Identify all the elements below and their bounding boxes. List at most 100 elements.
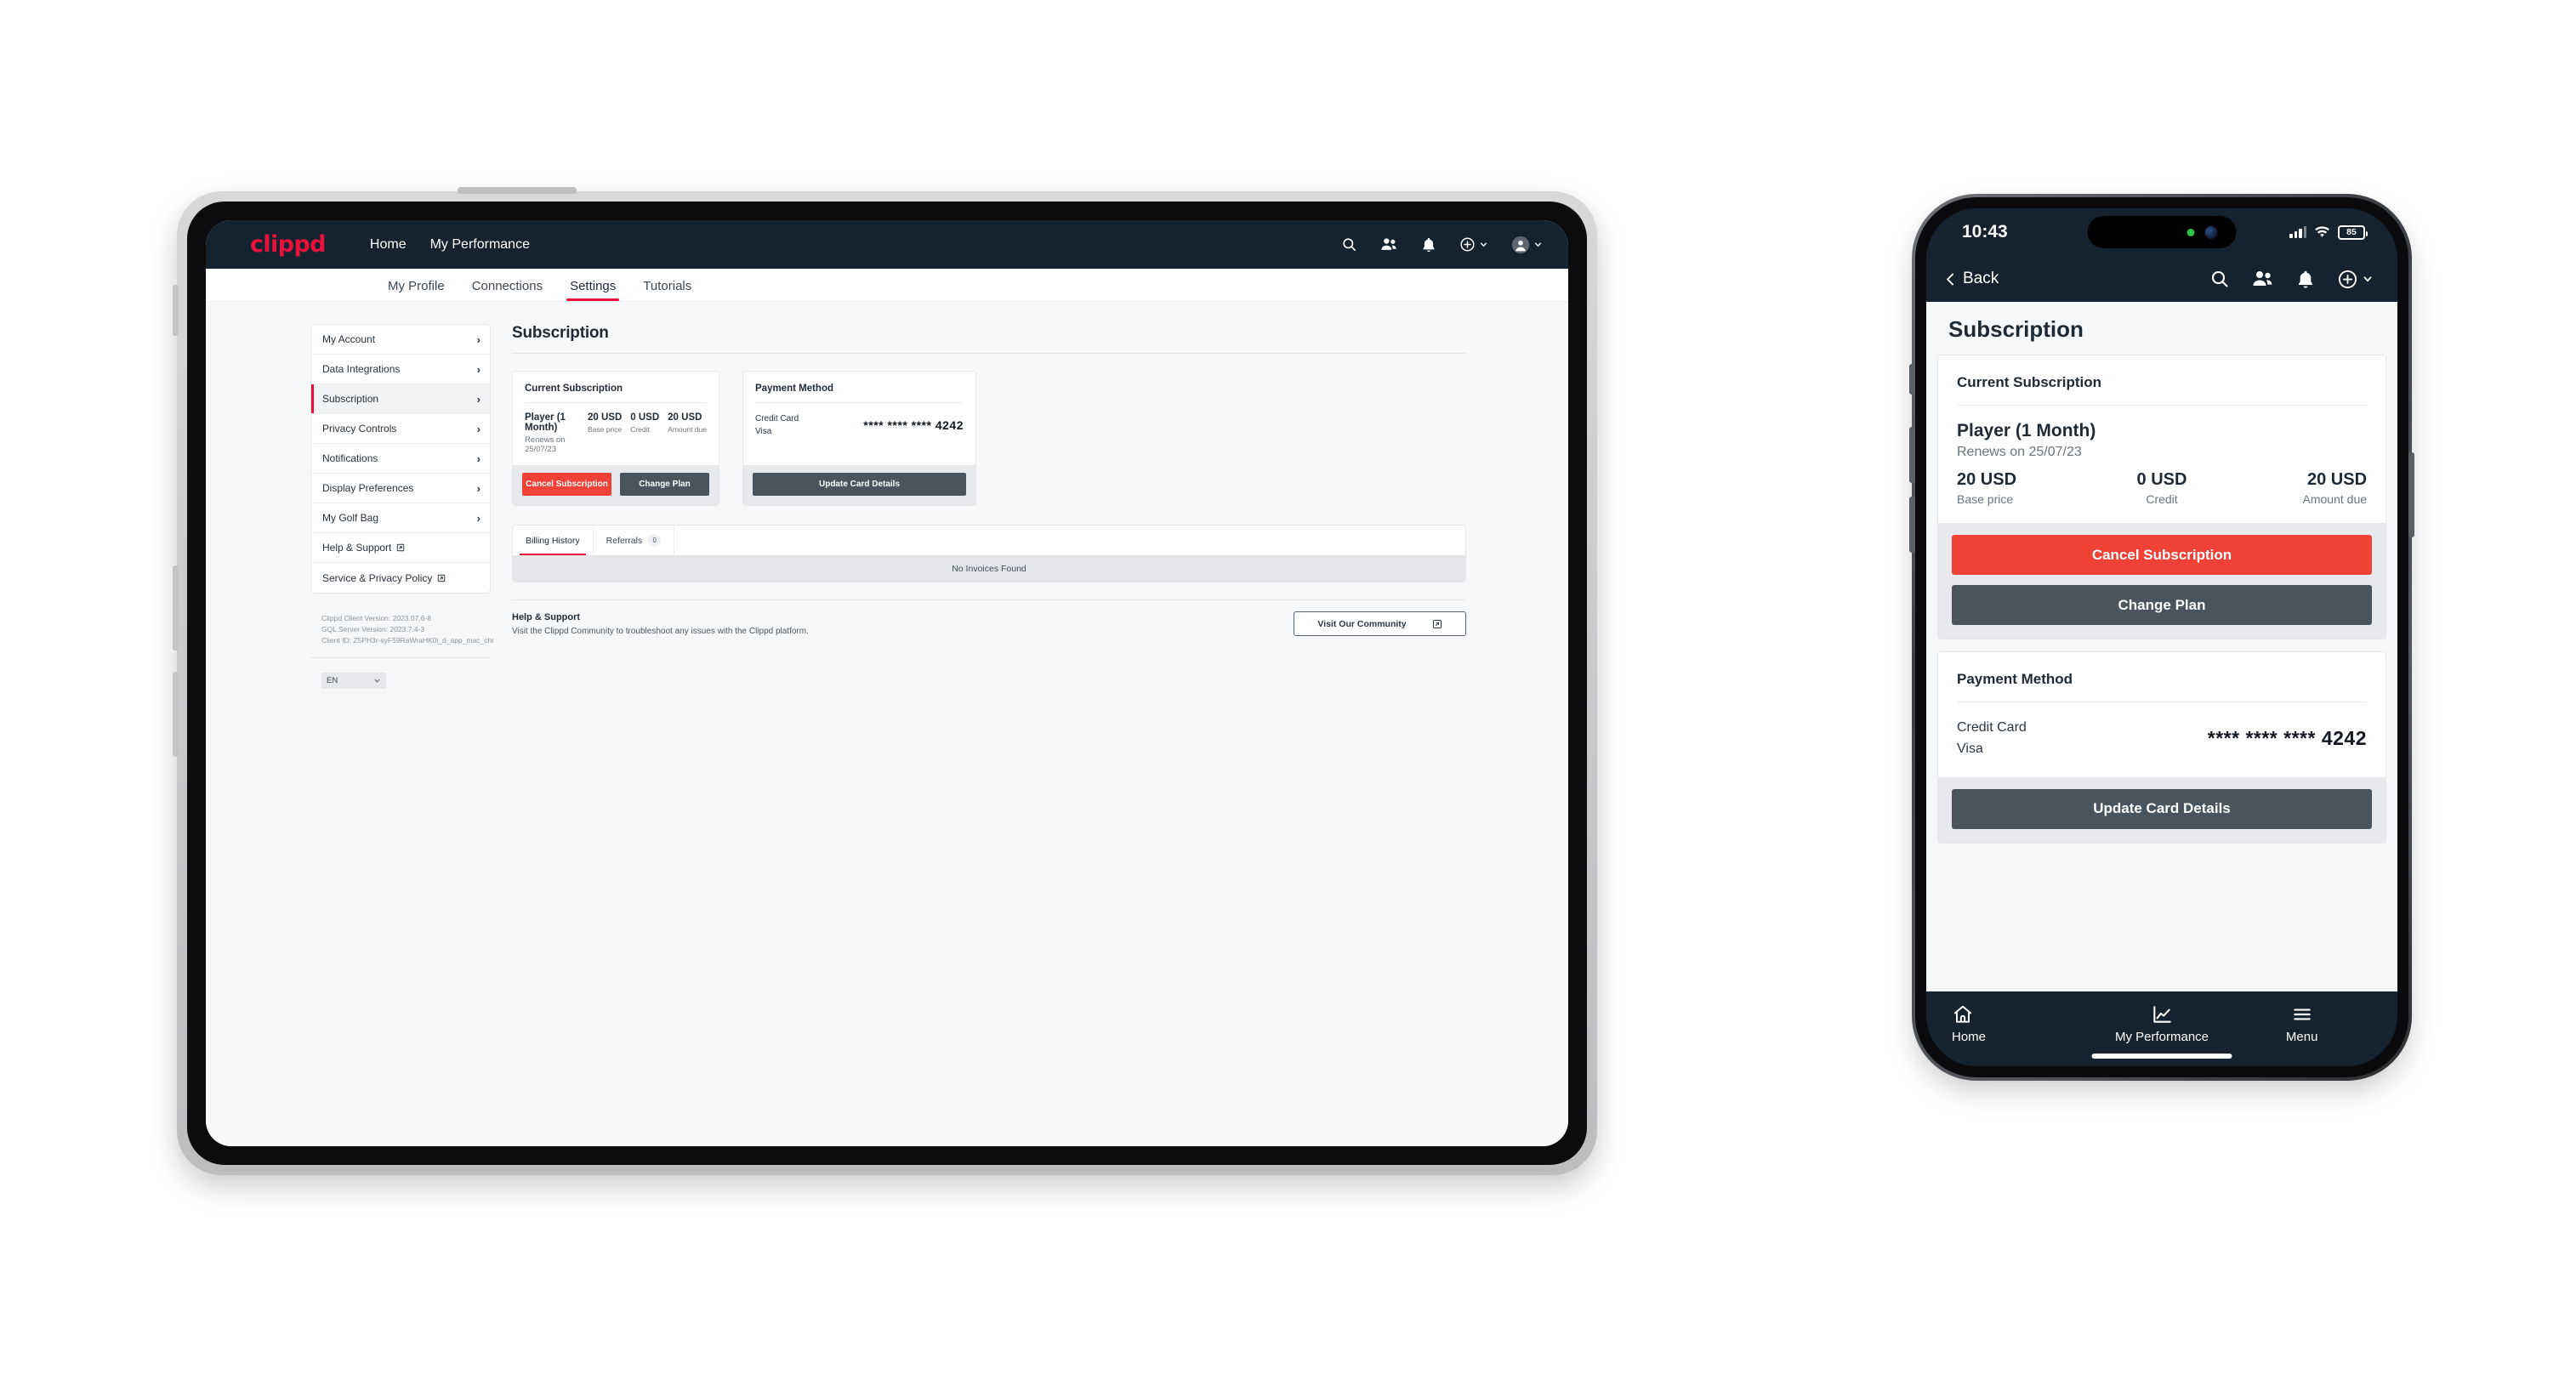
tab-connections[interactable]: Connections <box>458 279 556 301</box>
phone-power-button <box>2408 452 2414 537</box>
change-plan-button[interactable]: Change Plan <box>620 473 709 496</box>
update-card-details-button[interactable]: Update Card Details <box>1952 788 2372 829</box>
amount-value: 0 USD <box>2136 470 2187 489</box>
back-button[interactable]: Back <box>1945 270 1999 288</box>
chevron-right-icon: › <box>476 332 481 346</box>
language-select[interactable]: EN <box>321 672 386 689</box>
amount-value: 0 USD <box>630 412 660 423</box>
amount-credit: 0 USD Credit <box>2094 470 2231 506</box>
sidebar-item-my-golf-bag[interactable]: My Golf Bag › <box>311 503 490 533</box>
amount-value: 20 USD <box>668 412 702 423</box>
tab-label: My Performance <box>2114 1030 2209 1044</box>
top-navbar: clippd Home My Performance <box>206 220 1568 269</box>
chart-line-icon <box>2153 1006 2171 1023</box>
settings-body: My Account › Data Integrations › Subscri… <box>206 302 1568 1146</box>
client-id: Client ID: Z5PH3r-syF59RaWraHK0i_d_app_m… <box>321 636 494 645</box>
plan-renewal-date: Renews on 25/07/23 <box>525 435 566 454</box>
tab-my-profile[interactable]: My Profile <box>374 279 458 301</box>
plan-name: Player (1 Month) <box>525 412 566 433</box>
bell-icon[interactable] <box>2296 269 2315 290</box>
plan-name: Player (1 Month) <box>1957 421 2096 440</box>
screenshot-stage: clippd Home My Performance My Profile Co… <box>0 0 2576 1386</box>
hamburger-icon <box>2293 1008 2311 1020</box>
amount-label: Base price <box>1957 492 2014 506</box>
sidebar-item-display-preferences[interactable]: Display Preferences › <box>311 474 490 503</box>
chevron-right-icon: › <box>476 511 481 525</box>
phone-status-bar: 10:43 85 <box>1926 208 2397 256</box>
avatar-icon[interactable] <box>1511 236 1543 254</box>
sidebar-item-label: My Account <box>322 333 376 345</box>
chevron-down-icon <box>374 679 380 683</box>
top-nav-links: Home My Performance <box>370 237 530 253</box>
people-icon[interactable] <box>1380 236 1398 253</box>
sidebar-item-my-account[interactable]: My Account › <box>311 325 490 355</box>
sidebar-item-help-support[interactable]: Help & Support <box>311 533 490 563</box>
language-value: EN <box>327 675 338 685</box>
referrals-count-badge: 0 <box>648 534 662 547</box>
plus-circle-icon[interactable] <box>1459 236 1488 253</box>
card-number: **** **** **** 4242 <box>2207 727 2367 750</box>
current-subscription-card: Current Subscription Player (1 Month) Re… <box>1937 355 2386 639</box>
sidebar-item-notifications[interactable]: Notifications › <box>311 444 490 474</box>
sidebar-item-data-integrations[interactable]: Data Integrations › <box>311 355 490 384</box>
page-title: Subscription <box>512 324 609 342</box>
payment-method-header: Payment Method <box>755 383 834 394</box>
amount-due: 20 USD Amount due <box>668 412 707 434</box>
amount-label: Amount due <box>2302 492 2368 506</box>
sidebar-item-privacy-controls[interactable]: Privacy Controls › <box>311 414 490 444</box>
subscription-cards-row: Current Subscription Player (1 Month) Re… <box>512 371 1466 506</box>
tab-my-performance[interactable]: My Performance <box>2092 1003 2232 1044</box>
sidebar-item-label: Data Integrations <box>322 363 401 375</box>
payment-method-card: Payment Method Credit Card Visa **** ***… <box>1937 651 2386 844</box>
tab-billing-history[interactable]: Billing History <box>513 525 594 555</box>
sidebar-item-label: My Golf Bag <box>322 512 379 524</box>
history-tabs: Billing History Referrals 0 <box>513 525 1465 555</box>
bell-icon[interactable] <box>1421 236 1436 253</box>
clippd-logo[interactable]: clippd <box>250 231 327 258</box>
search-icon[interactable] <box>1341 236 1357 253</box>
tab-home[interactable]: Home <box>1952 1003 2092 1044</box>
visit-our-community-button[interactable]: Visit Our Community <box>1294 611 1466 636</box>
nav-link-my-performance[interactable]: My Performance <box>430 237 530 253</box>
tab-tutorials[interactable]: Tutorials <box>629 279 705 301</box>
amount-value: 20 USD <box>2306 470 2368 489</box>
tab-referrals[interactable]: Referrals 0 <box>594 525 675 555</box>
change-plan-button[interactable]: Change Plan <box>1952 585 2372 625</box>
tab-settings[interactable]: Settings <box>556 279 629 301</box>
amount-credit: 0 USD Credit <box>630 412 659 434</box>
chevron-left-icon <box>1947 273 1953 285</box>
sidebar-item-service-privacy-policy[interactable]: Service & Privacy Policy <box>311 563 490 593</box>
chevron-down-icon <box>1481 242 1487 247</box>
server-version: GQL Server Version: 2023.7.4-3 <box>321 625 425 634</box>
card-type: Credit Card <box>1957 720 2027 735</box>
status-time: 10:43 <box>1962 222 2008 241</box>
plus-circle-icon[interactable] <box>2337 269 2374 290</box>
update-card-details-button[interactable]: Update Card Details <box>753 473 966 496</box>
chevron-right-icon: › <box>476 481 481 495</box>
tab-label: Billing History <box>526 535 580 546</box>
chevron-right-icon: › <box>476 392 481 406</box>
tablet-volume-down-button <box>173 672 179 757</box>
sidebar-item-subscription[interactable]: Subscription › <box>311 384 490 414</box>
people-icon[interactable] <box>2252 269 2274 289</box>
card-type: Credit Card <box>755 414 799 423</box>
nav-link-home[interactable]: Home <box>370 237 407 253</box>
tab-menu[interactable]: Menu <box>2232 1003 2372 1044</box>
cancel-subscription-button[interactable]: Cancel Subscription <box>1952 535 2372 575</box>
chevron-right-icon: › <box>476 422 481 435</box>
client-version: Clippd Client Version: 2023.07.6-8 <box>321 614 431 622</box>
current-subscription-card: Current Subscription Player (1 Month) Re… <box>512 371 719 506</box>
phone-tab-bar: Home My Performance Menu <box>1926 991 2397 1066</box>
divider <box>512 353 1466 354</box>
phone-volume-up-button <box>1909 427 1915 483</box>
sidebar-menu-card: My Account › Data Integrations › Subscri… <box>310 324 491 594</box>
current-subscription-header: Current Subscription <box>525 383 623 394</box>
search-icon[interactable] <box>2209 269 2230 289</box>
tab-label: Referrals <box>606 535 643 546</box>
amount-label: Credit <box>630 425 650 434</box>
battery-indicator: 85 <box>2338 224 2368 240</box>
phone-volume-down-button <box>1909 497 1915 553</box>
cancel-subscription-button[interactable]: Cancel Subscription <box>522 473 611 496</box>
wifi-icon <box>2315 226 2329 237</box>
current-subscription-header: Current Subscription <box>1957 374 2102 390</box>
